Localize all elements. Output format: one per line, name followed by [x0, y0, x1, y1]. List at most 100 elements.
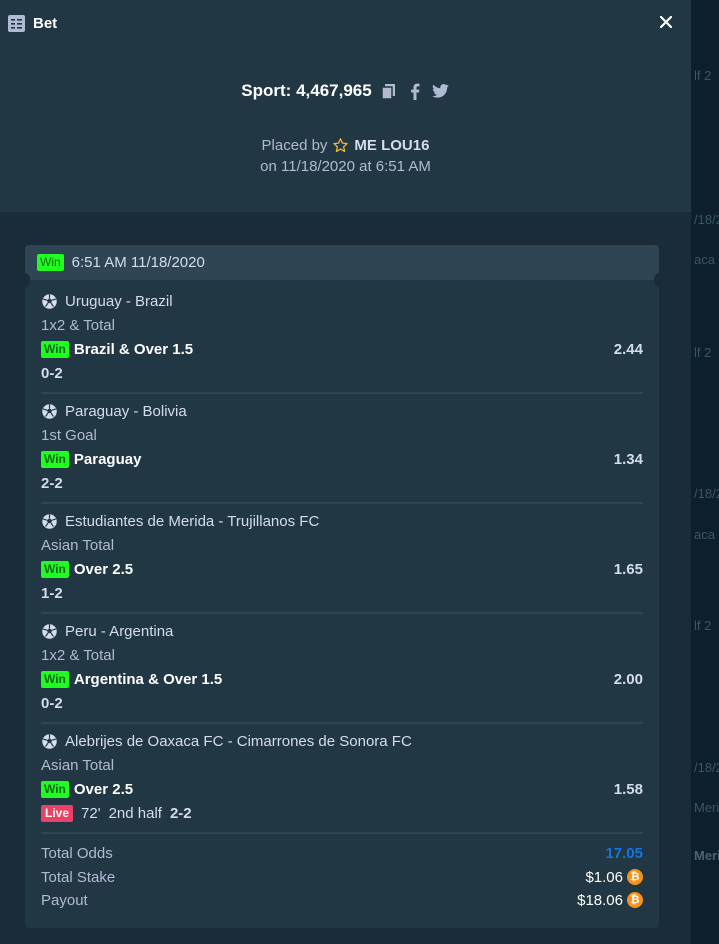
live-badge: Live [41, 805, 74, 822]
total-odds-row: Total Odds 17.05 [41, 842, 643, 864]
leg-match[interactable]: Alebrijes de Oaxaca FC - Cimarrones de S… [65, 733, 412, 750]
twitter-icon[interactable] [432, 82, 450, 100]
leg-match-row: Peru - Argentina [41, 623, 643, 640]
bet-leg: Uruguay - Brazil 1x2 & Total Win Brazil … [41, 293, 643, 403]
bet-timestamp: 6:51 AM 11/18/2020 [71, 254, 205, 271]
facebook-icon[interactable] [406, 82, 424, 100]
total-stake-row: Total Stake $1.06 ₿ [41, 866, 643, 888]
bg-text: aca [694, 527, 715, 542]
leg-match-row: Alebrijes de Oaxaca FC - Cimarrones de S… [41, 733, 643, 750]
total-stake-amount: $1.06 ₿ [585, 869, 643, 886]
total-stake-label: Total Stake [41, 868, 116, 886]
leg-match[interactable]: Estudiantes de Merida - Trujillanos FC [65, 513, 319, 530]
match-period: 2nd half [108, 805, 162, 822]
bg-text: lf 2 [694, 68, 712, 83]
leg-match-row: Uruguay - Brazil [41, 293, 643, 310]
leg-divider [41, 502, 643, 504]
bet-icon [8, 14, 25, 32]
modal-title-row: Bet [8, 12, 57, 34]
bg-text: /18/2 [694, 212, 719, 227]
total-odds-value: 17.05 [605, 844, 643, 862]
leg-divider [41, 612, 643, 614]
placed-by-row: Placed by ME LOU16 [0, 134, 691, 156]
modal-title: Bet [33, 14, 58, 32]
payout-label: Payout [41, 891, 88, 909]
total-stake-value: $1.06 [585, 868, 623, 886]
leg-match[interactable]: Peru - Argentina [65, 623, 173, 640]
soccer-ball-icon [41, 623, 58, 640]
leg-match-row: Paraguay - Bolivia [41, 403, 643, 420]
ticket-notch [654, 273, 664, 287]
bg-text: lf 2 [694, 618, 712, 633]
status-badge: Win [41, 451, 69, 468]
bet-leg: Peru - Argentina 1x2 & Total Win Argenti… [41, 623, 643, 733]
bet-leg: Alebrijes de Oaxaca FC - Cimarrones de S… [41, 733, 643, 843]
close-icon[interactable] [660, 16, 672, 28]
leg-pick: Brazil & Over 1.5 [73, 341, 194, 358]
status-badge: Win [41, 341, 69, 358]
leg-pick: Over 2.5 [73, 781, 134, 798]
status-badge: Win [41, 561, 69, 578]
leg-divider [41, 832, 643, 834]
status-badge: Win [41, 671, 69, 688]
leg-score: 2-2 [169, 805, 192, 822]
bet-id: Sport: 4,467,965 [241, 81, 372, 100]
close-button[interactable] [656, 12, 676, 32]
copy-icon[interactable] [380, 82, 398, 100]
payout-amount: $18.06 ₿ [577, 892, 643, 909]
leg-pick-row: Win Argentina & Over 1.5 2.00 [41, 671, 643, 688]
leg-pick: Argentina & Over 1.5 [73, 671, 223, 688]
bet-leg: Estudiantes de Merida - Trujillanos FC A… [41, 513, 643, 623]
leg-odds: 1.34 [613, 451, 643, 468]
leg-match-row: Estudiantes de Merida - Trujillanos FC [41, 513, 643, 530]
soccer-ball-icon [41, 293, 58, 310]
bg-text: Meri [694, 800, 719, 815]
leg-odds: 2.00 [613, 671, 643, 688]
leg-odds: 1.65 [613, 561, 643, 578]
leg-odds: 2.44 [613, 341, 643, 358]
bitcoin-icon: ₿ [627, 869, 643, 885]
leg-market: Asian Total [41, 757, 115, 774]
bg-text: /18/2 [694, 486, 719, 501]
leg-pick: Over 2.5 [73, 561, 134, 578]
bet-id-row: Sport: 4,467,965 [0, 78, 691, 104]
soccer-ball-icon [41, 733, 58, 750]
leg-pick: Paraguay [73, 451, 142, 468]
modal-header [0, 0, 691, 212]
payout-value: $18.06 [577, 891, 623, 909]
bet-modal: Bet Sport: 4,467,965 Placed by ME LOU16 … [0, 0, 691, 944]
total-odds-label: Total Odds [41, 844, 113, 862]
bet-slip-card: Win 6:51 AM 11/18/2020 Uruguay - Brazil … [20, 245, 664, 928]
leg-divider [41, 392, 643, 394]
bet-slip-header: Win 6:51 AM 11/18/2020 [25, 245, 659, 280]
leg-score: 0-2 [41, 695, 63, 712]
bg-text: aca [694, 252, 715, 267]
leg-pick-row: Win Brazil & Over 1.5 2.44 [41, 341, 643, 358]
username-link[interactable]: ME LOU16 [354, 137, 429, 154]
placed-date: on 11/18/2020 at 6:51 AM [260, 158, 431, 175]
leg-market: 1x2 & Total [41, 317, 115, 334]
leg-score: 0-2 [41, 365, 63, 382]
leg-live-row: Live 72' 2nd half 2-2 [41, 805, 643, 822]
bg-text: Meri [694, 848, 719, 863]
ticket-notch [20, 273, 30, 287]
payout-row: Payout $18.06 ₿ [41, 889, 643, 911]
leg-pick-row: Win Over 2.5 1.65 [41, 561, 643, 578]
star-icon [333, 137, 349, 152]
leg-match[interactable]: Paraguay - Bolivia [65, 403, 187, 420]
leg-market: Asian Total [41, 537, 115, 554]
background-page: lf 2 /18/2 aca lf 2 /18/2 aca lf 2 /18/2… [691, 0, 719, 944]
leg-pick-row: Win Over 2.5 1.58 [41, 781, 643, 798]
leg-pick-row: Win Paraguay 1.34 [41, 451, 643, 468]
leg-divider [41, 722, 643, 724]
soccer-ball-icon [41, 403, 58, 420]
soccer-ball-icon [41, 513, 58, 530]
match-minute: 72' [81, 805, 101, 822]
bg-text: /18/2 [694, 760, 719, 775]
bg-text: lf 2 [694, 345, 712, 360]
status-badge: Win [41, 781, 69, 798]
placed-by-label: Placed by [261, 136, 328, 154]
leg-match[interactable]: Uruguay - Brazil [65, 293, 173, 310]
leg-market: 1x2 & Total [41, 647, 115, 664]
bet-leg: Paraguay - Bolivia 1st Goal Win Paraguay… [41, 403, 643, 513]
